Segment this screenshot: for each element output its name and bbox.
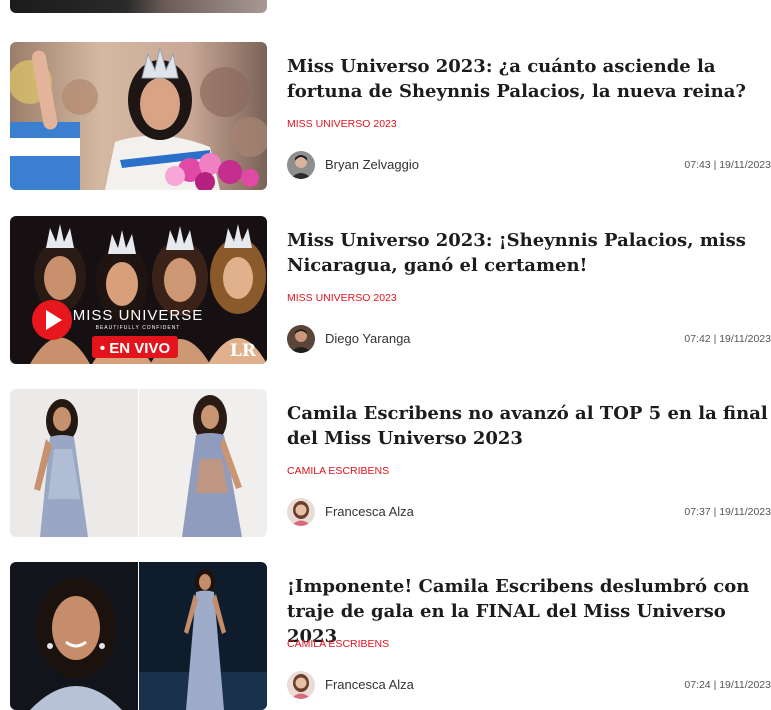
author-avatar[interactable] bbox=[287, 671, 315, 699]
previous-article-thumbnail-edge[interactable] bbox=[10, 0, 267, 13]
article-card: ¡Imponente! Camila Escribens deslumbró c… bbox=[10, 562, 771, 710]
article-meta: Diego Yaranga 07:42 | 19/11/2023 bbox=[287, 324, 771, 354]
publish-timestamp: 07:42 | 19/11/2023 bbox=[684, 333, 771, 345]
publish-timestamp: 07:37 | 19/11/2023 bbox=[684, 506, 771, 518]
article-category-tag[interactable]: CAMILA ESCRIBENS bbox=[287, 465, 389, 477]
contestants-live-thumbnail: MISS UNIVERSE BEAUTIFULLY CONFIDENT • EN… bbox=[10, 216, 267, 364]
article-category-tag[interactable]: MISS UNIVERSO 2023 bbox=[287, 118, 397, 130]
publish-timestamp: 07:24 | 19/11/2023 bbox=[684, 679, 771, 691]
svg-text:• EN VIVO: • EN VIVO bbox=[100, 340, 171, 357]
article-meta: Francesca Alza 07:37 | 19/11/2023 bbox=[287, 497, 771, 527]
author-name[interactable]: Francesca Alza bbox=[325, 504, 414, 519]
author-avatar[interactable] bbox=[287, 151, 315, 179]
author-name[interactable]: Diego Yaranga bbox=[325, 331, 411, 346]
article-card: Camila Escribens no avanzó al TOP 5 en l… bbox=[10, 389, 771, 537]
article-thumbnail[interactable] bbox=[10, 562, 267, 710]
article-thumbnail[interactable]: MISS UNIVERSE BEAUTIFULLY CONFIDENT • EN… bbox=[10, 216, 267, 364]
brand-tagline: BEAUTIFULLY CONFIDENT bbox=[96, 325, 181, 331]
article-title[interactable]: Camila Escribens no avanzó al TOP 5 en l… bbox=[287, 401, 771, 451]
article-meta: Bryan Zelvaggio 07:43 | 19/11/2023 bbox=[287, 150, 771, 180]
lr-logo: LR bbox=[230, 341, 257, 361]
author-name[interactable]: Bryan Zelvaggio bbox=[325, 157, 419, 172]
article-card: MISS UNIVERSE BEAUTIFULLY CONFIDENT • EN… bbox=[10, 216, 771, 364]
publish-timestamp: 07:43 | 19/11/2023 bbox=[684, 159, 771, 171]
article-category-tag[interactable]: MISS UNIVERSO 2023 bbox=[287, 292, 397, 304]
brand-wordmark: MISS UNIVERSE bbox=[73, 307, 204, 324]
article-title[interactable]: Miss Universo 2023: ¡Sheynnis Palacios, … bbox=[287, 228, 771, 278]
crowned-winner-photo bbox=[10, 42, 267, 190]
author-avatar[interactable] bbox=[287, 325, 315, 353]
author-avatar[interactable] bbox=[287, 498, 315, 526]
article-category-tag[interactable]: CAMILA ESCRIBENS bbox=[287, 638, 389, 650]
final-gala-thumbnail bbox=[10, 562, 267, 710]
author-name[interactable]: Francesca Alza bbox=[325, 677, 414, 692]
gown-photos-thumbnail bbox=[10, 389, 267, 537]
article-card: Miss Universo 2023: ¿a cuánto asciende l… bbox=[10, 42, 771, 190]
article-thumbnail[interactable] bbox=[10, 389, 267, 537]
article-title[interactable]: Miss Universo 2023: ¿a cuánto asciende l… bbox=[287, 54, 771, 104]
article-thumbnail[interactable] bbox=[10, 42, 267, 190]
article-meta: Francesca Alza 07:24 | 19/11/2023 bbox=[287, 670, 771, 700]
